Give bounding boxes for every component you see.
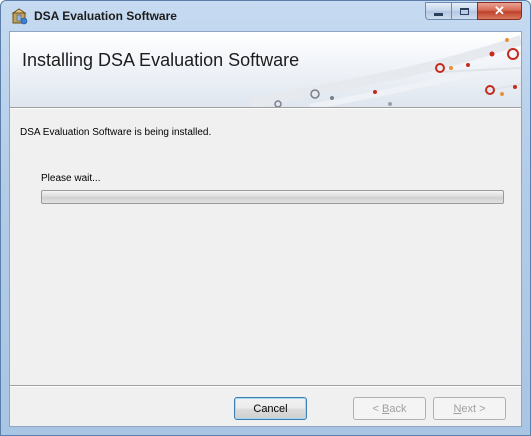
footer-divider-highlight (10, 386, 521, 387)
please-wait-label: Please wait... (41, 173, 101, 184)
install-progress-bar (41, 190, 504, 204)
back-button-label: ack (389, 402, 407, 415)
next-button-label: ext > (461, 402, 486, 415)
banner-title: Installing DSA Evaluation Software (22, 50, 300, 70)
next-button-accelerator: N (453, 402, 462, 415)
maximize-icon (460, 7, 469, 15)
installer-dialog-body: Installing DSA Evaluation Software DSA E… (9, 31, 522, 427)
cancel-button-label: Cancel (253, 402, 288, 415)
back-button[interactable]: < Back (353, 397, 426, 420)
back-button-accelerator: B (382, 402, 390, 415)
cancel-button[interactable]: Cancel (234, 397, 307, 420)
install-status-text: DSA Evaluation Software is being install… (20, 127, 212, 138)
back-button-prefix: < (372, 402, 382, 415)
minimize-button[interactable] (425, 2, 451, 20)
banner-divider-highlight (10, 108, 521, 109)
caption-buttons: ✕ (425, 2, 522, 21)
close-button[interactable]: ✕ (477, 2, 522, 20)
next-button[interactable]: Next > (433, 397, 506, 420)
title-bar[interactable]: DSA Evaluation Software ✕ (1, 1, 530, 31)
installer-window: DSA Evaluation Software ✕ Installing DSA… (0, 0, 531, 436)
window-title: DSA Evaluation Software (34, 9, 177, 23)
installer-box-icon (11, 8, 28, 25)
minimize-icon (434, 12, 443, 16)
maximize-button[interactable] (451, 2, 477, 20)
close-icon: ✕ (494, 3, 505, 18)
header-banner: Installing DSA Evaluation Software (10, 32, 521, 107)
